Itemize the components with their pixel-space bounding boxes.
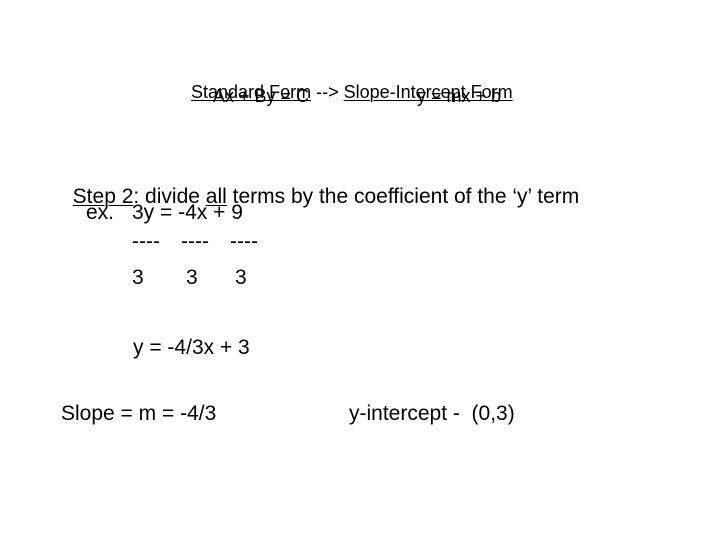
example-prefix: ex.: [86, 201, 115, 224]
divisor: 3: [235, 266, 247, 289]
divisor: 3: [186, 266, 198, 289]
slope-value: Slope = m = -4/3: [61, 402, 217, 425]
standard-form-formula: Ax + By = C: [213, 86, 310, 106]
example-equation: 3y = -4x + 9: [132, 201, 243, 224]
division-bar: ----: [230, 230, 258, 253]
step-text-after: terms by the coefficient of the ‘y’ term: [226, 185, 580, 208]
slope-intercept-formula: y = mx + b: [417, 86, 502, 106]
divisor: 3: [132, 266, 144, 289]
y-intercept-value: y-intercept - (0,3): [349, 402, 515, 425]
division-bar: ----: [181, 230, 209, 253]
division-bar: ----: [132, 230, 160, 253]
example-result: y = -4/3x + 3: [133, 336, 250, 359]
arrow-text: -->: [311, 82, 344, 102]
